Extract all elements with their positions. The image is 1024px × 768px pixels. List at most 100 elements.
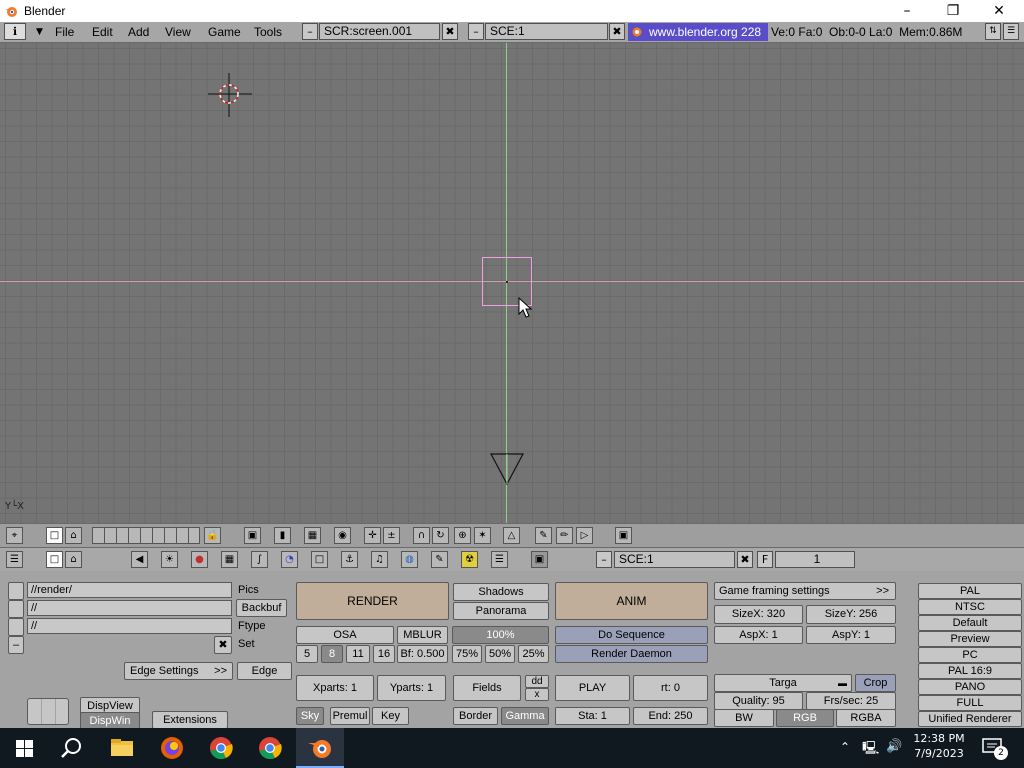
layer-buttons[interactable] (92, 527, 200, 544)
link-context-icon[interactable]: ⚓ (341, 551, 358, 568)
set-scene-browse[interactable]: – (8, 636, 24, 654)
render-layer-grid[interactable] (27, 698, 69, 725)
do-sequence-toggle[interactable]: Do Sequence (555, 626, 708, 644)
osa-toggle[interactable]: OSA (296, 626, 394, 644)
object-context-icon[interactable]: □ (311, 551, 328, 568)
size-y-field[interactable]: SizeY: 256 (806, 605, 896, 624)
pencil-icon[interactable]: ✎ (535, 527, 552, 544)
minimize-button[interactable]: – (884, 0, 930, 22)
scale-75-button[interactable]: 75% (452, 645, 482, 663)
logic-context-icon[interactable]: ◀ (131, 551, 148, 568)
osa-16-button[interactable]: 16 (373, 645, 395, 663)
preset-preview[interactable]: Preview (918, 631, 1022, 647)
buttons-scene-field[interactable]: SCE:1 (614, 551, 735, 568)
buttons-scene-browse[interactable]: – (596, 551, 612, 568)
view3d-type-icon[interactable]: ⌖ (6, 527, 23, 544)
blur-factor-field[interactable]: Bf: 0.500 (397, 645, 448, 663)
proportional-icon[interactable]: △ (503, 527, 520, 544)
rotate-icon[interactable]: ↻ (432, 527, 449, 544)
target-icon[interactable]: ⊕ (454, 527, 471, 544)
firefox-icon[interactable] (158, 734, 186, 762)
window-type-menu-icon[interactable]: ☰ (1003, 23, 1019, 40)
play-button[interactable]: PLAY (555, 675, 630, 701)
panorama-toggle[interactable]: Panorama (453, 602, 549, 620)
draw-icon[interactable]: ▷ (576, 527, 593, 544)
preset-pano[interactable]: PANO (918, 679, 1022, 695)
camera-icon[interactable] (490, 453, 524, 485)
lamp-context-icon[interactable]: ☀ (161, 551, 178, 568)
screen-delete-button[interactable]: ✖ (442, 23, 458, 40)
fields-toggle[interactable]: Fields (453, 675, 521, 701)
magnet-icon[interactable]: ∩ (413, 527, 430, 544)
material-context-icon[interactable]: ● (191, 551, 208, 568)
blender-task-button[interactable] (296, 728, 344, 768)
scale-50-button[interactable]: 50% (485, 645, 515, 663)
search-icon[interactable] (58, 734, 86, 762)
x-field-toggle[interactable]: x (525, 688, 549, 701)
xparts-field[interactable]: Xparts: 1 (296, 675, 374, 701)
pics-browse-button[interactable] (8, 582, 24, 600)
render-button[interactable]: RENDER (296, 582, 449, 620)
size-x-field[interactable]: SizeX: 320 (714, 605, 803, 624)
backbuf-button[interactable]: Backbuf (236, 599, 287, 617)
sound-context-icon[interactable]: ♫ (371, 551, 388, 568)
pivot-icon[interactable]: ▦ (304, 527, 321, 544)
buttons-scene-delete[interactable]: ✖ (737, 551, 753, 568)
close-button[interactable]: ✕ (976, 0, 1022, 22)
gamma-toggle[interactable]: Gamma (501, 707, 549, 725)
ftype-path-field[interactable]: // (27, 618, 232, 634)
file-explorer-icon[interactable] (108, 734, 136, 762)
buttons-full-window-icon[interactable]: □ (46, 551, 63, 568)
extensions-button[interactable]: Extensions (152, 711, 228, 729)
rgba-toggle[interactable]: RGBA (836, 709, 896, 727)
scene-context-icon[interactable]: ▣ (531, 551, 548, 568)
quality-field[interactable]: Quality: 95 (714, 692, 803, 710)
world-context-icon[interactable]: ◔ (281, 551, 298, 568)
backbuf-path-field[interactable]: // (27, 600, 232, 616)
info-window-type-icon[interactable]: ℹ (4, 23, 26, 40)
border-toggle[interactable]: Border (453, 707, 498, 725)
preset-ntsc[interactable]: NTSC (918, 599, 1022, 615)
premul-toggle[interactable]: Premul (330, 707, 370, 725)
eraser-icon[interactable]: ✏ (556, 527, 573, 544)
windows-start-icon[interactable] (16, 740, 33, 757)
bw-toggle[interactable]: BW (714, 709, 774, 727)
translate-icon[interactable]: ✛ (364, 527, 381, 544)
editing-context-icon[interactable]: ✎ (431, 551, 448, 568)
collapse-menu-icon[interactable]: ▼ (36, 27, 43, 37)
network-icon[interactable]: 🖳 (862, 739, 879, 761)
osa-5-button[interactable]: 5 (296, 645, 318, 663)
sky-toggle[interactable]: Sky (296, 707, 324, 725)
preset-pal[interactable]: PAL (918, 583, 1022, 599)
volume-icon[interactable]: 🔊 (886, 739, 902, 754)
view-mode-icon[interactable]: ▣ (244, 527, 261, 544)
buttons-home-icon[interactable]: ⌂ (65, 551, 82, 568)
snap-icon[interactable]: ✶ (474, 527, 491, 544)
scene-browse-button[interactable]: – (468, 23, 484, 40)
fps-field[interactable]: Frs/sec: 25 (806, 692, 896, 710)
ftype-browse-button[interactable] (8, 618, 24, 636)
unified-renderer-toggle[interactable]: Unified Renderer (918, 711, 1022, 727)
render-view-icon[interactable]: ▣ (615, 527, 632, 544)
game-framing-button[interactable]: Game framing settings >> (714, 582, 896, 600)
pics-path-field[interactable]: //render/ (27, 582, 232, 598)
3d-viewport[interactable]: Y└X (0, 43, 1024, 523)
maximize-button[interactable]: ❐ (930, 0, 976, 22)
preset-default[interactable]: Default (918, 615, 1022, 631)
full-window-icon[interactable]: □ (46, 527, 63, 544)
edge-toggle[interactable]: Edge (237, 662, 292, 680)
menu-view[interactable]: View (165, 25, 191, 39)
start-frame-field[interactable]: Sta: 1 (555, 707, 630, 725)
menu-edit[interactable]: Edit (92, 25, 113, 39)
crop-toggle[interactable]: Crop (855, 674, 896, 692)
menu-tools[interactable]: Tools (254, 25, 282, 39)
preset-pc[interactable]: PC (918, 647, 1022, 663)
menu-add[interactable]: Add (128, 25, 149, 39)
menu-file[interactable]: File (55, 25, 74, 39)
animation-context-icon[interactable]: ∫ (251, 551, 268, 568)
edge-settings-button[interactable]: Edge Settings >> (124, 662, 233, 680)
osa-8-button[interactable]: 8 (321, 645, 343, 663)
notifications-button[interactable]: 2 (980, 736, 1008, 760)
radiosity-context-icon[interactable]: ☢ (461, 551, 478, 568)
world-globe-icon[interactable]: ◍ (401, 551, 418, 568)
